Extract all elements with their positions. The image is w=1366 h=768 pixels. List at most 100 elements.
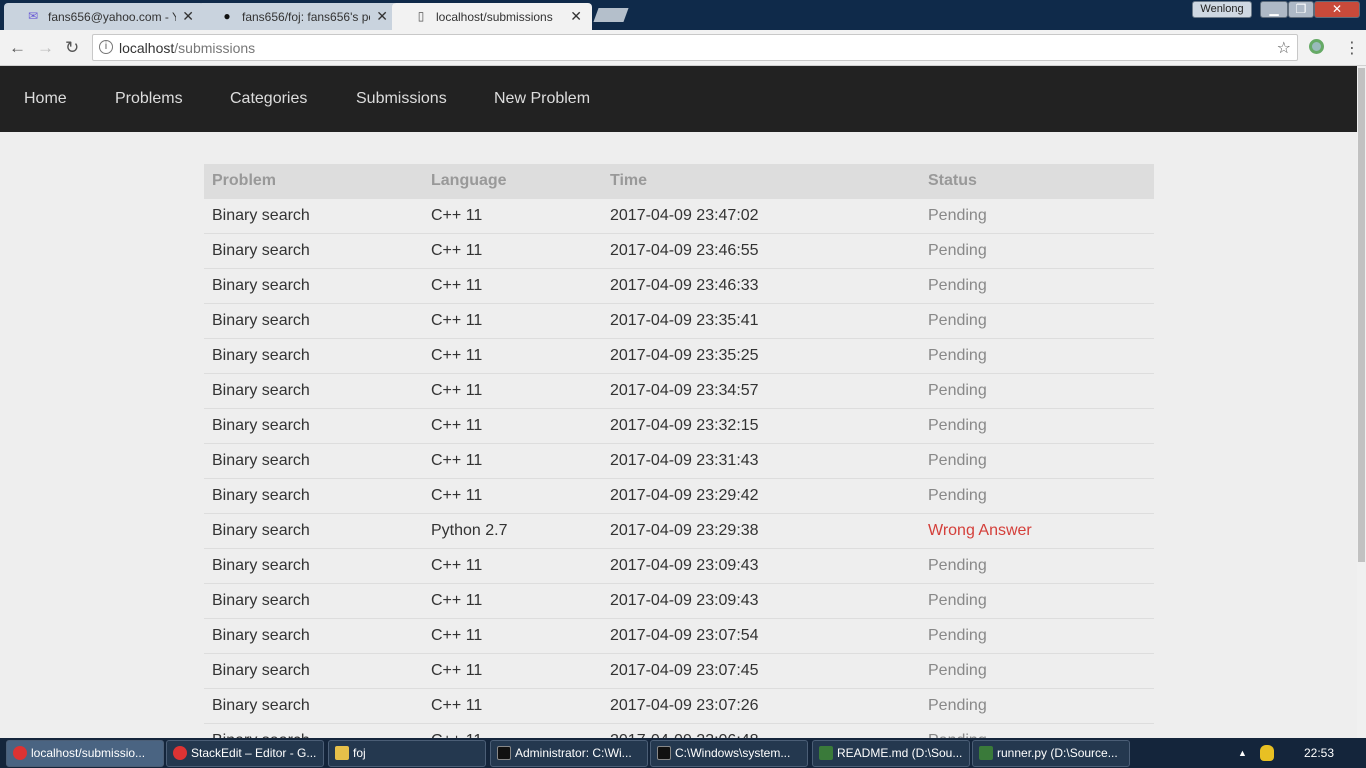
- cell-problem[interactable]: Binary search: [204, 617, 423, 653]
- forward-arrow-icon[interactable]: →: [37, 38, 54, 58]
- table-row: Binary search C++ 11 2017-04-09 23:07:54 Pe…: [204, 617, 1154, 653]
- nav-new-problem[interactable]: New Problem: [494, 90, 590, 108]
- cell-language: C++ 11: [423, 407, 602, 443]
- site-navbar: Home Problems Categories Submissions New…: [0, 66, 1357, 132]
- cell-language: C++ 11: [423, 477, 602, 513]
- taskbar-label: StackEdit – Editor - G...: [191, 746, 317, 760]
- extension-icon[interactable]: [1309, 39, 1324, 54]
- bookmark-star-icon[interactable]: ☆: [1277, 38, 1291, 58]
- cell-status: Pending: [920, 652, 1154, 688]
- cell-status: Pending: [920, 582, 1154, 618]
- nav-home[interactable]: Home: [24, 90, 67, 108]
- cell-time: 2017-04-09 23:09:43: [602, 582, 920, 618]
- cell-time: 2017-04-09 23:34:57: [602, 372, 920, 408]
- cell-language: C++ 11: [423, 302, 602, 338]
- taskbar-label: runner.py (D:\Source...: [997, 746, 1118, 760]
- cell-status: Pending: [920, 442, 1154, 478]
- header-language: Language: [423, 164, 602, 198]
- terminal-icon: [657, 746, 671, 760]
- header-problem: Problem: [204, 164, 423, 198]
- taskbar-label: README.md (D:\Sou...: [837, 746, 963, 760]
- cell-problem[interactable]: Binary search: [204, 652, 423, 688]
- table-row: Binary search C++ 11 2017-04-09 23:32:15 Pe…: [204, 407, 1154, 443]
- cell-status: Pending: [920, 547, 1154, 583]
- cell-time: 2017-04-09 23:46:55: [602, 232, 920, 268]
- profile-badge[interactable]: Wenlong: [1192, 1, 1252, 18]
- github-icon: ●: [223, 9, 231, 23]
- taskbar-item-stackedit[interactable]: StackEdit – Editor - G...: [166, 740, 324, 767]
- nav-submissions[interactable]: Submissions: [356, 90, 447, 108]
- window-close-button[interactable]: ✕: [1314, 1, 1360, 18]
- menu-kebab-icon[interactable]: ⋮: [1344, 38, 1360, 58]
- header-status: Status: [920, 164, 1154, 198]
- cell-language: C++ 11: [423, 652, 602, 688]
- taskbar-item-readme[interactable]: README.md (D:\Sou...: [812, 740, 970, 767]
- cell-problem[interactable]: Binary search: [204, 722, 423, 738]
- tab-submissions[interactable]: ▯ localhost/submissions ✕: [392, 3, 592, 30]
- cell-problem[interactable]: Binary search: [204, 687, 423, 723]
- tab-title: localhost/submissions: [436, 10, 553, 24]
- close-icon[interactable]: ✕: [570, 8, 582, 25]
- terminal-icon: [497, 746, 511, 760]
- info-icon[interactable]: i: [99, 40, 113, 54]
- cell-status: Pending: [920, 687, 1154, 723]
- cell-problem[interactable]: Binary search: [204, 477, 423, 513]
- cell-language: C++ 11: [423, 722, 602, 738]
- reload-icon[interactable]: ↻: [65, 38, 79, 58]
- cell-time: 2017-04-09 23:35:25: [602, 337, 920, 373]
- cell-problem[interactable]: Binary search: [204, 372, 423, 408]
- cell-language: C++ 11: [423, 687, 602, 723]
- cell-problem[interactable]: Binary search: [204, 267, 423, 303]
- table-header-row: Problem Language Time Status: [204, 164, 1154, 198]
- back-arrow-icon[interactable]: ←: [9, 38, 26, 58]
- cell-problem[interactable]: Binary search: [204, 197, 423, 233]
- cell-language: C++ 11: [423, 547, 602, 583]
- cell-problem[interactable]: Binary search: [204, 547, 423, 583]
- cell-time: 2017-04-09 23:09:43: [602, 547, 920, 583]
- cell-status: Wrong Answer: [920, 512, 1154, 548]
- mail-icon: ✉: [27, 9, 39, 23]
- table-row: Binary search Python 2.7 2017-04-09 23:29:…: [204, 512, 1154, 548]
- nav-categories[interactable]: Categories: [230, 90, 307, 108]
- tab-yahoo-mail[interactable]: ✉ fans656@yahoo.com - Y ✕: [4, 3, 204, 30]
- taskbar-item-localhost[interactable]: localhost/submissio...: [6, 740, 164, 767]
- cell-problem[interactable]: Binary search: [204, 442, 423, 478]
- taskbar-item-foj[interactable]: foj: [328, 740, 486, 767]
- cell-time: 2017-04-09 23:06:48: [602, 722, 920, 738]
- page-scrollbar[interactable]: [1357, 66, 1366, 738]
- close-icon[interactable]: ✕: [376, 8, 388, 25]
- tray-expand-icon[interactable]: ▲: [1238, 748, 1247, 758]
- cell-status: Pending: [920, 197, 1154, 233]
- cell-problem[interactable]: Binary search: [204, 337, 423, 373]
- table-row: Binary search C++ 11 2017-04-09 23:35:25 Pe…: [204, 337, 1154, 373]
- tab-github[interactable]: ● fans656/foj: fans656's pe ✕: [198, 3, 398, 30]
- table-row: Binary search C++ 11 2017-04-09 23:09:43 Pe…: [204, 547, 1154, 583]
- taskbar-label: localhost/submissio...: [31, 746, 146, 760]
- maximize-button[interactable]: ❐: [1288, 1, 1314, 18]
- table-row: Binary search C++ 11 2017-04-09 23:07:45 Pe…: [204, 652, 1154, 688]
- close-icon[interactable]: ✕: [182, 8, 194, 25]
- cell-language: C++ 11: [423, 267, 602, 303]
- vim-icon: [979, 746, 993, 760]
- cell-problem[interactable]: Binary search: [204, 407, 423, 443]
- cell-status: Pending: [920, 617, 1154, 653]
- address-bar[interactable]: i localhost/submissions ☆: [92, 34, 1298, 61]
- cell-time: 2017-04-09 23:31:43: [602, 442, 920, 478]
- nav-problems[interactable]: Problems: [115, 90, 183, 108]
- cell-problem[interactable]: Binary search: [204, 582, 423, 618]
- taskbar-clock[interactable]: 22:53: [1304, 746, 1334, 760]
- cell-problem[interactable]: Binary search: [204, 302, 423, 338]
- cell-status: Pending: [920, 232, 1154, 268]
- qq-icon[interactable]: [1260, 745, 1274, 761]
- browser-toolbar: ← → ↻ i localhost/submissions ☆ ⋮: [0, 30, 1366, 66]
- taskbar-item-cmd-admin[interactable]: Administrator: C:\Wi...: [490, 740, 648, 767]
- taskbar-item-cmd-system[interactable]: C:\Windows\system...: [650, 740, 808, 767]
- cell-language: C++ 11: [423, 617, 602, 653]
- cell-status: Pending: [920, 722, 1154, 738]
- cell-problem[interactable]: Binary search: [204, 232, 423, 268]
- taskbar-item-runner[interactable]: runner.py (D:\Source...: [972, 740, 1130, 767]
- minimize-button[interactable]: ▁: [1260, 1, 1288, 18]
- new-tab-button[interactable]: [593, 8, 629, 22]
- cell-problem[interactable]: Binary search: [204, 512, 423, 548]
- scroll-thumb[interactable]: [1358, 68, 1365, 562]
